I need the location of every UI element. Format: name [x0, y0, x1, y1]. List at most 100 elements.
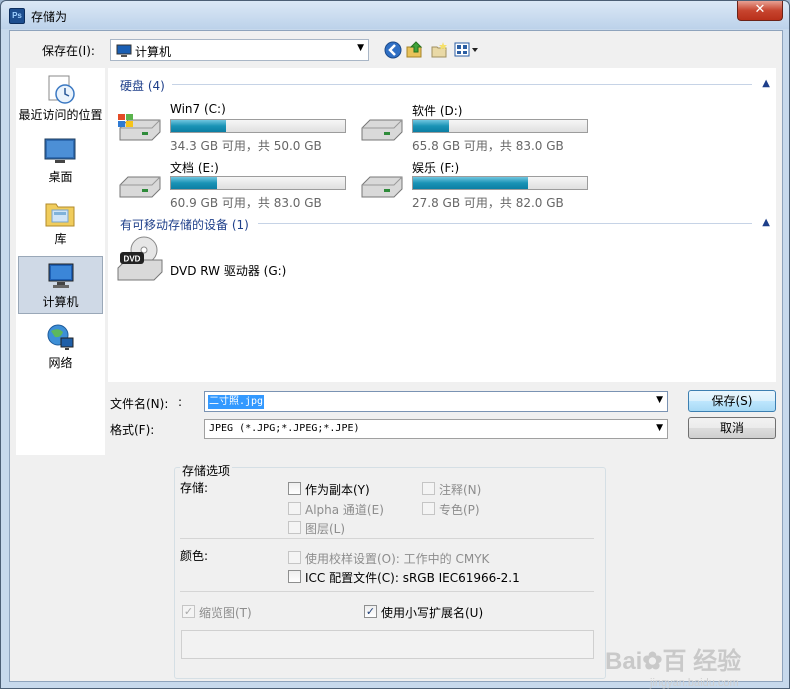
alpha-checkbox[interactable] — [288, 502, 301, 515]
notes-label[interactable]: 注释(N) — [439, 481, 481, 498]
place-computer[interactable]: 计算机 — [18, 256, 103, 314]
save-in-value: 计算机 — [135, 45, 172, 59]
chevron-down-icon[interactable]: ▼ — [357, 43, 364, 53]
as-copy-checkbox[interactable] — [288, 482, 301, 495]
drive-g-dvd[interactable]: DVD DVD RW 驱动器 (G:) — [116, 236, 356, 290]
color-label: 颜色: — [180, 549, 209, 563]
save-label: 存储: — [180, 481, 209, 495]
dvd-disc-label: DVD — [124, 255, 141, 264]
recent-places-icon — [48, 75, 75, 104]
drive-info: 65.8 GB 可用，共 83.0 GB — [412, 139, 564, 153]
proof-setup-checkbox[interactable] — [288, 551, 301, 564]
up-folder-icon[interactable] — [406, 41, 424, 59]
baidu-watermark: Bai✿百 经验 — [605, 648, 742, 675]
computer-icon — [116, 44, 132, 57]
drive-usage-bar — [412, 119, 588, 133]
drive-info: 34.3 GB 可用，共 50.0 GB — [170, 139, 322, 153]
icc-profile-checkbox[interactable] — [288, 570, 301, 583]
notes-checkbox[interactable] — [422, 482, 435, 495]
close-button[interactable]: ✕ — [737, 1, 783, 21]
drive-usage-bar — [170, 119, 346, 133]
alpha-label[interactable]: Alpha 通道(E) — [305, 501, 384, 518]
dialog-title: 存储为 — [31, 10, 68, 24]
place-recent[interactable]: 最近访问的位置 — [18, 70, 103, 128]
back-icon[interactable] — [384, 41, 402, 59]
drive-name: Win7 (C:) — [170, 102, 226, 116]
spot-checkbox[interactable] — [422, 502, 435, 515]
description-box — [181, 630, 594, 659]
options-divider — [180, 538, 594, 539]
title-bar[interactable]: Ps 存储为 ✕ — [1, 1, 789, 29]
filename-selected-text: 二寸照.jpg — [208, 395, 265, 409]
drive-usage-bar — [412, 176, 588, 190]
group-header-removable[interactable]: 有可移动存储的设备 (1) — [120, 216, 249, 233]
drive-usage-fill — [171, 177, 218, 189]
baidu-watermark-url: jingyan.baidu.com — [650, 677, 739, 689]
drive-f[interactable]: 娱乐 (F:) 27.8 GB 可用，共 82.0 GB — [358, 159, 598, 213]
libraries-icon — [45, 203, 75, 227]
save-in-combo[interactable]: 计算机 ▼ — [110, 39, 369, 61]
group-header-hard-disks[interactable]: 硬盘 (4) — [120, 77, 165, 94]
drive-usage-fill — [413, 177, 528, 189]
lowercase-ext-label[interactable]: 使用小写扩展名(U) — [381, 604, 483, 621]
windows-drive-icon — [118, 114, 161, 141]
drive-usage-fill — [171, 120, 226, 132]
format-select[interactable]: JPEG (*.JPG;*.JPEG;*.JPE) ▼ — [204, 419, 668, 439]
place-label: 库 — [54, 232, 67, 246]
thumbnail-label[interactable]: 缩览图(T) — [199, 604, 252, 621]
lowercase-ext-checkbox[interactable]: ✓ — [364, 605, 377, 618]
format-value: JPEG (*.JPG;*.JPEG;*.JPE) — [209, 423, 360, 434]
place-desktop[interactable]: 桌面 — [18, 132, 103, 190]
drive-name: 软件 (D:) — [412, 104, 463, 118]
filename-label: 文件名(N): — [110, 397, 169, 411]
filename-input[interactable]: 二寸照.jpg ▼ — [204, 391, 668, 412]
hard-drive-icon — [119, 176, 161, 198]
chevron-down-icon[interactable]: ▼ — [656, 423, 663, 433]
desktop-icon — [44, 138, 76, 163]
place-label: 网络 — [48, 356, 73, 370]
format-label: 格式(F): — [110, 423, 155, 437]
place-label: 计算机 — [42, 295, 79, 309]
group-divider — [172, 84, 752, 85]
place-label: 桌面 — [48, 170, 73, 184]
drive-info: 60.9 GB 可用，共 83.0 GB — [170, 196, 322, 210]
view-menu-icon[interactable] — [454, 41, 480, 59]
drive-d[interactable]: 软件 (D:) 65.8 GB 可用，共 83.0 GB — [358, 102, 598, 156]
hard-drive-icon — [361, 119, 403, 141]
group-divider — [258, 223, 752, 224]
layers-label[interactable]: 图层(L) — [305, 520, 345, 537]
collapse-caret-icon[interactable]: ▲ — [762, 78, 770, 89]
proof-setup-label[interactable]: 使用校样设置(O): 工作中的 CMYK — [305, 550, 489, 567]
dvd-drive-icon: DVD — [117, 236, 163, 281]
computer-icon — [48, 263, 74, 288]
places-bar: 最近访问的位置 桌面 库 计算机 网络 — [16, 68, 105, 455]
drive-c[interactable]: Win7 (C:) 34.3 GB 可用，共 50.0 GB — [116, 102, 356, 156]
file-view[interactable]: 硬盘 (4) ▲ Win7 (C:) 34.3 GB 可用，共 50.0 GB — [108, 68, 776, 382]
save-as-dialog: Ps 存储为 ✕ 保存在(I): 计算机 ▼ 最近访问的位置 桌面 库 计算机 … — [0, 0, 790, 689]
photoshop-icon: Ps — [9, 8, 25, 24]
save-in-label: 保存在(I): — [42, 44, 95, 58]
network-icon — [47, 324, 74, 350]
as-copy-label[interactable]: 作为副本(Y) — [305, 481, 370, 498]
save-button[interactable]: 保存(S) — [688, 390, 776, 412]
drive-e[interactable]: 文档 (E:) 60.9 GB 可用，共 83.0 GB — [116, 159, 356, 213]
dialog-client: 保存在(I): 计算机 ▼ 最近访问的位置 桌面 库 计算机 网络 硬盘 (4)… — [9, 30, 783, 689]
drive-name: DVD RW 驱动器 (G:) — [170, 264, 287, 278]
icc-profile-label[interactable]: ICC 配置文件(C): sRGB IEC61966-2.1 — [305, 569, 520, 586]
drive-usage-bar — [170, 176, 346, 190]
collapse-caret-icon[interactable]: ▲ — [762, 217, 770, 228]
cancel-button[interactable]: 取消 — [688, 417, 776, 439]
chevron-down-icon[interactable]: ▼ — [656, 395, 663, 405]
place-libraries[interactable]: 库 — [18, 194, 103, 252]
spot-label[interactable]: 专色(P) — [439, 501, 480, 518]
thumbnail-checkbox[interactable]: ✓ — [182, 605, 195, 618]
drive-name: 娱乐 (F:) — [412, 161, 460, 175]
new-folder-icon[interactable] — [430, 41, 448, 59]
filename-colon: : — [178, 395, 183, 409]
save-options-title: 存储选项 — [180, 462, 233, 479]
hard-drive-icon — [361, 176, 403, 198]
place-network[interactable]: 网络 — [18, 318, 103, 376]
place-label: 最近访问的位置 — [18, 108, 103, 122]
layers-checkbox[interactable] — [288, 521, 301, 534]
drive-name: 文档 (E:) — [170, 161, 219, 175]
